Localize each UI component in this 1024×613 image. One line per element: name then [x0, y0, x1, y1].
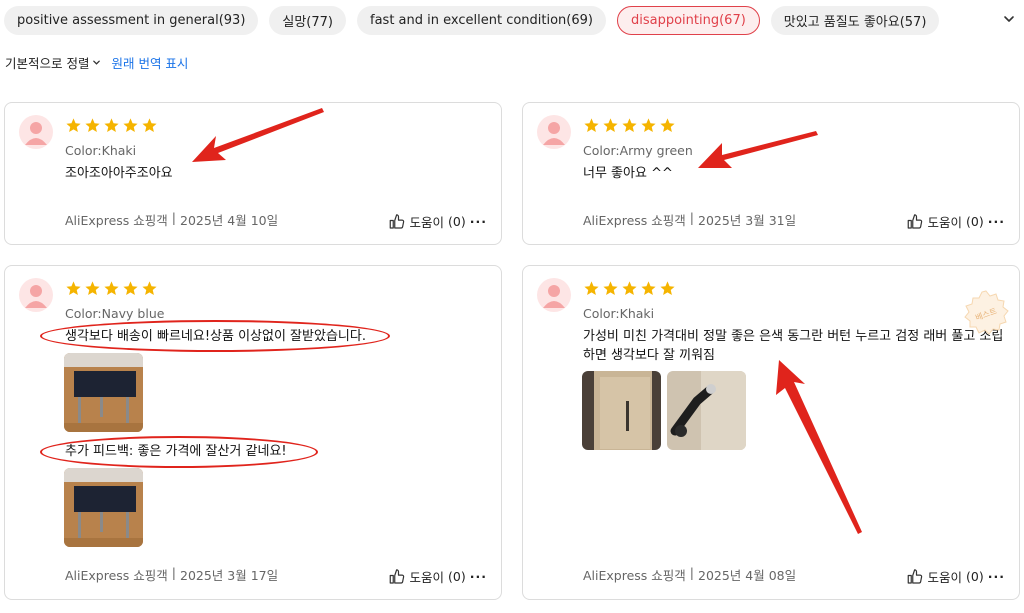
review-meta: AliExpress 쇼핑객 | 2025년 4월 08일 [583, 565, 797, 583]
more-options-button[interactable]: ··· [470, 569, 487, 584]
star-icon [104, 118, 119, 133]
best-review-badge-icon: 베스트 [964, 290, 1009, 335]
thumbs-up-icon[interactable] [906, 568, 924, 586]
helpful-label[interactable]: 도움이 [928, 212, 963, 231]
star-rating [65, 280, 158, 297]
star-icon [641, 118, 656, 133]
review-photo[interactable] [64, 468, 143, 547]
chevron-down-icon[interactable] [1002, 12, 1016, 26]
star-icon [584, 118, 599, 133]
star-icon [584, 281, 599, 296]
product-variant: Color:Khaki [583, 306, 655, 321]
star-icon [142, 281, 157, 296]
reviewer-name: AliExpress 쇼핑객 [65, 568, 168, 583]
review-meta: AliExpress 쇼핑객 | 2025년 3월 17일 [65, 565, 279, 583]
helpful-label[interactable]: 도움이 [410, 567, 445, 586]
review-photo[interactable] [667, 371, 746, 450]
helpful-count: (0) [448, 214, 466, 229]
star-icon [622, 118, 637, 133]
avatar [537, 115, 571, 149]
review-photo[interactable] [64, 353, 143, 432]
product-variant: Color:Army green [583, 143, 693, 158]
additional-feedback-text: 추가 피드백: 좋은 가격에 잘산거 같네요! [65, 444, 287, 459]
review-card: Color:Khaki 가성비 미친 가격대비 정말 좋은 은색 동그란 버턴 … [522, 265, 1020, 600]
filter-chip-disappointment[interactable]: 실망(77) [269, 6, 346, 35]
review-card: Color:Navy blue 생각보다 배송이 빠르네요!상품 이상없이 잘받… [4, 265, 502, 600]
sort-bar: 기본적으로 정렬 원래 번역 표시 [5, 53, 188, 72]
helpful-label[interactable]: 도움이 [410, 212, 445, 231]
avatar [19, 278, 53, 312]
helpful-control: 도움이 (0) ··· [906, 212, 1005, 231]
sort-dropdown[interactable]: 기본적으로 정렬 [5, 53, 101, 72]
review-photo[interactable] [582, 371, 661, 450]
helpful-control: 도움이 (0) ··· [906, 567, 1005, 586]
review-card: Color:Khaki 조아조아아주조아요 AliExpress 쇼핑객 | 202… [4, 102, 502, 245]
review-text: 조아조아아주조아요 [65, 166, 173, 181]
review-date: 2025년 3월 17일 [180, 568, 279, 583]
star-icon [142, 118, 157, 133]
filter-chip-tasty-quality[interactable]: 맛있고 품질도 좋아요(57) [770, 6, 940, 35]
more-options-button[interactable]: ··· [988, 214, 1005, 229]
product-variant: Color:Navy blue [65, 306, 165, 321]
star-icon [66, 281, 81, 296]
filter-chip-positive[interactable]: positive assessment in general(93) [4, 6, 259, 35]
chevron-down-icon [93, 60, 101, 65]
review-meta: AliExpress 쇼핑객 | 2025년 3월 31일 [583, 210, 797, 228]
star-icon [622, 281, 637, 296]
star-icon [603, 281, 618, 296]
filter-chip-fast-condition[interactable]: fast and in excellent condition(69) [357, 6, 606, 35]
filter-chips: positive assessment in general(93) 실망(77… [4, 6, 940, 35]
avatar [537, 278, 571, 312]
filter-chip-disappointing[interactable]: disappointing(67) [616, 6, 760, 35]
thumbs-up-icon[interactable] [388, 213, 406, 231]
more-options-button[interactable]: ··· [470, 214, 487, 229]
star-icon [66, 118, 81, 133]
thumbs-up-icon[interactable] [906, 213, 924, 231]
review-date: 2025년 4월 08일 [698, 568, 797, 583]
reviewer-name: AliExpress 쇼핑객 [65, 213, 168, 228]
review-text: 생각보다 배송이 빠르네요!상품 이상없이 잘받았습니다. [65, 329, 366, 344]
star-icon [123, 118, 138, 133]
star-rating [583, 280, 676, 297]
star-icon [660, 281, 675, 296]
helpful-label[interactable]: 도움이 [928, 567, 963, 586]
review-date: 2025년 3월 31일 [698, 213, 797, 228]
star-rating [65, 117, 158, 134]
star-icon [660, 118, 675, 133]
star-icon [603, 118, 618, 133]
star-icon [85, 118, 100, 133]
more-options-button[interactable]: ··· [988, 569, 1005, 584]
helpful-control: 도움이 (0) ··· [388, 212, 487, 231]
review-meta: AliExpress 쇼핑객 | 2025년 4월 10일 [65, 210, 279, 228]
review-text: 가성비 미친 가격대비 정말 좋은 은색 동그란 버턴 누르고 검정 래버 풀고… [583, 329, 1004, 363]
avatar [19, 115, 53, 149]
helpful-count: (0) [966, 214, 984, 229]
reviewer-name: AliExpress 쇼핑객 [583, 568, 686, 583]
helpful-control: 도움이 (0) ··· [388, 567, 487, 586]
star-icon [104, 281, 119, 296]
star-icon [641, 281, 656, 296]
review-text: 너무 좋아요 ^^ [583, 166, 673, 181]
review-card: Color:Army green 너무 좋아요 ^^ AliExpress 쇼핑… [522, 102, 1020, 245]
sort-label: 기본적으로 정렬 [5, 56, 90, 71]
show-original-translation-link[interactable]: 원래 번역 표시 [111, 53, 188, 72]
helpful-count: (0) [448, 569, 466, 584]
product-variant: Color:Khaki [65, 143, 137, 158]
star-rating [583, 117, 676, 134]
reviewer-name: AliExpress 쇼핑객 [583, 213, 686, 228]
helpful-count: (0) [966, 569, 984, 584]
star-icon [85, 281, 100, 296]
thumbs-up-icon[interactable] [388, 568, 406, 586]
review-date: 2025년 4월 10일 [180, 213, 279, 228]
star-icon [123, 281, 138, 296]
